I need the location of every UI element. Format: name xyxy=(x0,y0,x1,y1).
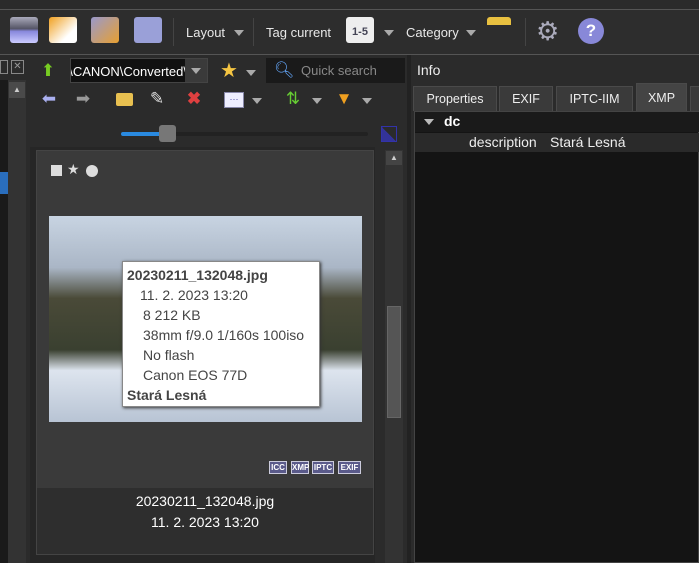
tab-iptc-iim[interactable]: IPTC-IIM xyxy=(556,86,633,111)
tree-key: description xyxy=(469,134,537,150)
back-arrow-icon[interactable]: ⬅ xyxy=(38,89,60,109)
tab-exif[interactable]: EXIF xyxy=(499,86,553,111)
tag-checkbox-icon[interactable] xyxy=(51,165,62,176)
scroll-up-icon[interactable]: ▲ xyxy=(386,151,402,165)
tab-xmp[interactable]: XMP xyxy=(636,83,687,111)
tag-current-button[interactable]: Tag current xyxy=(266,25,331,40)
rename-icon[interactable]: ✎ xyxy=(146,89,168,109)
tree-group-row[interactable]: dc xyxy=(415,112,699,132)
tree-row-description[interactable]: description Stará Lesná xyxy=(415,133,699,152)
info-panel-title: Info xyxy=(417,62,441,78)
slider-fill xyxy=(121,132,161,136)
caption-date: 11. 2. 2023 13:20 xyxy=(151,514,259,530)
caption-filename: 20230211_132048.jpg xyxy=(135,493,275,509)
star-filter-icon[interactable]: ★ xyxy=(218,61,240,81)
iptc-badge: IPTC xyxy=(312,461,334,474)
slider-handle[interactable] xyxy=(159,125,176,142)
delete-icon[interactable]: ✖ xyxy=(183,89,205,109)
sort-icon[interactable]: ⇅ xyxy=(282,89,304,109)
capture-icon[interactable] xyxy=(134,17,162,43)
tooltip-size: 8 212 KB xyxy=(143,307,201,323)
tree-group-dc: dc xyxy=(444,113,461,129)
chevron-down-icon[interactable] xyxy=(384,30,394,36)
tooltip-filename: 20230211_132048.jpg xyxy=(127,267,268,283)
filter-funnel-icon[interactable]: ▼ xyxy=(333,89,355,109)
rating-star-icon[interactable]: ★ xyxy=(67,161,80,178)
import-icon[interactable] xyxy=(49,17,77,43)
tooltip: 20230211_132048.jpg 11. 2. 2023 13:20 8 … xyxy=(122,261,320,407)
panel-splitter[interactable] xyxy=(407,55,411,563)
search-placeholder: Quick search xyxy=(301,63,377,78)
tooltip-description: Stará Lesná xyxy=(127,387,207,403)
rating-icon[interactable]: 1-5 xyxy=(346,17,374,43)
view-mode-icon[interactable]: ⋯ xyxy=(224,92,244,108)
chevron-down-icon[interactable] xyxy=(234,30,244,36)
tooltip-date: 11. 2. 2023 13:20 xyxy=(140,287,248,303)
tooltip-camera: Canon EOS 77D xyxy=(143,367,248,383)
path-text[interactable]: \CANON\Converted\ xyxy=(71,64,187,79)
chevron-down-icon[interactable] xyxy=(312,98,322,104)
chevron-down-icon[interactable] xyxy=(252,98,262,104)
tooltip-flash: No flash xyxy=(143,347,195,363)
path-combo[interactable]: \CANON\Converted\ xyxy=(70,58,208,83)
icc-badge: ICC xyxy=(269,461,287,474)
new-folder-icon[interactable] xyxy=(116,93,133,106)
chevron-down-icon[interactable] xyxy=(362,98,372,104)
help-icon[interactable]: ? xyxy=(578,18,604,44)
layout-menu[interactable]: Layout xyxy=(186,25,225,40)
chevron-down-icon[interactable] xyxy=(246,70,256,76)
color-label-icon[interactable] xyxy=(86,165,98,177)
exif-badge: EXIF xyxy=(338,461,361,474)
category-menu[interactable]: Category xyxy=(406,25,459,40)
tree-value: Stará Lesná xyxy=(550,134,626,150)
settings-gear-icon[interactable]: ⚙ xyxy=(536,17,559,45)
forward-arrow-icon[interactable]: ➡ xyxy=(72,89,94,109)
scanner-icon[interactable] xyxy=(10,17,38,43)
thumbnail-caption: 20230211_132048.jpg 11. 2. 2023 13:20 xyxy=(37,488,373,554)
scroll-up-icon[interactable]: ▲ xyxy=(9,82,25,98)
fit-icon[interactable] xyxy=(381,126,397,142)
tab-properties[interactable]: Properties xyxy=(413,86,497,111)
parent-folder-icon[interactable]: ⬆ xyxy=(37,61,59,81)
xmp-badge: XMP xyxy=(291,461,310,474)
float-icon[interactable] xyxy=(0,60,8,74)
selected-folder[interactable] xyxy=(0,172,8,194)
tree-scrollbar[interactable] xyxy=(8,80,26,563)
quick-search-input[interactable]: 🔍︎ Quick search xyxy=(266,58,405,83)
close-panel-icon[interactable]: ✕ xyxy=(11,60,24,74)
xmp-tree[interactable] xyxy=(414,111,699,563)
tab-more[interactable] xyxy=(690,86,699,111)
folder-tree[interactable] xyxy=(0,80,8,563)
export-icon[interactable] xyxy=(91,17,119,43)
folder-files-icon[interactable] xyxy=(487,17,511,43)
tooltip-exposure: 38mm f/9.0 1/160s 100iso xyxy=(143,327,305,343)
scrollbar-thumb[interactable] xyxy=(387,306,401,418)
search-icon: 🔍︎ xyxy=(274,62,295,79)
chevron-down-icon[interactable] xyxy=(466,30,476,36)
